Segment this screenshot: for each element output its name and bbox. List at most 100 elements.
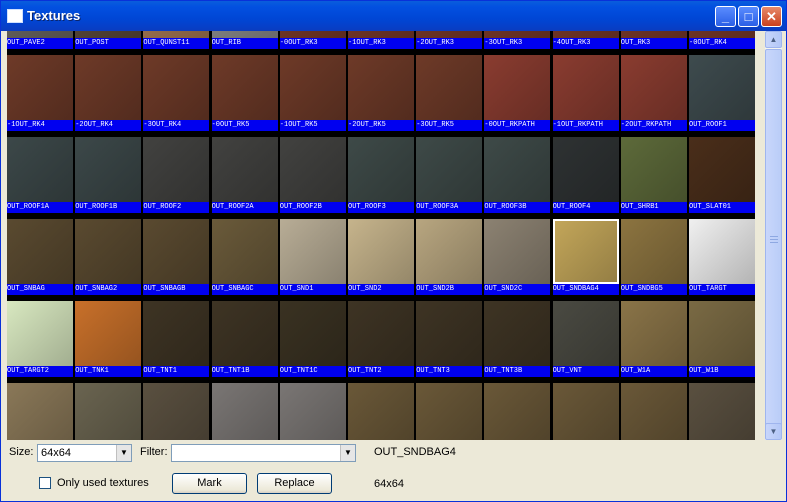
texture-tile[interactable]: OUT_ROOF2	[143, 137, 210, 213]
texture-tile[interactable]: OUT_W1A	[620, 301, 687, 377]
texture-preview	[620, 301, 687, 366]
size-value: 64x64	[41, 447, 71, 459]
texture-tile[interactable]: -1OUT_RK4	[7, 55, 73, 131]
mark-button[interactable]: Mark	[172, 473, 247, 494]
texture-tile[interactable]: OUT_VNT	[552, 301, 619, 377]
texture-tile[interactable]: OUT_TNT1C	[279, 301, 346, 377]
texture-tile[interactable]: OUT_TNT3B	[484, 301, 551, 377]
texture-tile[interactable]: -2OUT_RK5	[348, 55, 414, 131]
maximize-button[interactable]: □	[738, 6, 759, 27]
texture-tile[interactable]: -2OUT_RK4	[75, 55, 142, 131]
texture-tile[interactable]: OUT_PAVE2	[7, 31, 73, 49]
controls-panel: Size: 64x64 ▼ Filter: ▼ OUT_SNDBAG4 Only…	[1, 440, 786, 502]
texture-tile[interactable]: OUT_TNT3	[416, 301, 483, 377]
texture-tile[interactable]: OUT_ROOF3	[348, 137, 414, 213]
close-button[interactable]: ✕	[761, 6, 782, 27]
texture-tile[interactable]: OUT_SNDBAG4	[552, 219, 619, 295]
texture-tile[interactable]: OUT_ROOF1	[689, 55, 755, 131]
texture-tile[interactable]: OUT_SNBAGB	[143, 219, 210, 295]
filter-combo[interactable]: ▼	[171, 444, 356, 462]
texture-tile[interactable]	[7, 383, 73, 440]
texture-tile[interactable]: -0OUT_RK5	[211, 55, 278, 131]
texture-tile[interactable]: -1OUT_RK3	[348, 31, 414, 49]
minimize-button[interactable]: _	[715, 6, 736, 27]
only-used-label: Only used textures	[57, 477, 149, 489]
scroll-up-button[interactable]: ▲	[765, 31, 782, 48]
texture-label: OUT_ROOF3A	[416, 202, 483, 213]
texture-tile[interactable]: OUT_TARGT	[689, 219, 755, 295]
only-used-checkbox[interactable]	[39, 477, 51, 489]
texture-tile[interactable]: OUT_TNK1	[75, 301, 142, 377]
texture-tile[interactable]: OUT_SND1	[279, 219, 346, 295]
texture-tile[interactable]: -0OUT_RKPATH	[484, 55, 551, 131]
texture-tile[interactable]: -2OUT_RK3	[416, 31, 483, 49]
texture-tile[interactable]	[211, 383, 278, 440]
scroll-down-button[interactable]: ▼	[765, 423, 782, 440]
texture-preview	[143, 383, 210, 440]
texture-tile[interactable]: -3OUT_RK5	[416, 55, 483, 131]
texture-tile[interactable]: OUT_TNT1B	[211, 301, 278, 377]
texture-tile[interactable]	[75, 383, 142, 440]
texture-tile[interactable]: -1OUT_RKPATH	[552, 55, 619, 131]
texture-tile[interactable]	[484, 383, 551, 440]
texture-tile[interactable]: -0OUT_RK3	[279, 31, 346, 49]
texture-tile[interactable]: OUT_ROOF1A	[7, 137, 73, 213]
texture-tile[interactable]: -0OUT_RK4	[689, 31, 755, 49]
texture-label: -3OUT_RK5	[416, 120, 483, 131]
texture-tile[interactable]: OUT_TARGT2	[7, 301, 73, 377]
replace-button[interactable]: Replace	[257, 473, 332, 494]
texture-preview	[143, 137, 210, 202]
chevron-down-icon[interactable]: ▼	[116, 445, 131, 461]
texture-preview	[416, 301, 483, 366]
texture-label: OUT_ROOF3	[348, 202, 414, 213]
chevron-down-icon[interactable]: ▼	[340, 445, 355, 461]
texture-tile[interactable]: OUT_RK3	[620, 31, 687, 49]
texture-tile[interactable]: OUT_ROOF1B	[75, 137, 142, 213]
texture-tile[interactable]	[348, 383, 414, 440]
texture-tile[interactable]: OUT_ROOF2B	[279, 137, 346, 213]
texture-label: OUT_SLAT01	[689, 202, 755, 213]
vertical-scrollbar[interactable]: ▲ ▼	[765, 31, 782, 440]
texture-tile[interactable]: -1OUT_RK5	[279, 55, 346, 131]
texture-tile[interactable]: OUT_SNBAG	[7, 219, 73, 295]
texture-preview	[416, 31, 483, 38]
texture-tile[interactable]: OUT_ROOF3A	[416, 137, 483, 213]
texture-tile[interactable]: -3OUT_RK3	[484, 31, 551, 49]
texture-label: OUT_SHRB1	[620, 202, 687, 213]
texture-tile[interactable]	[416, 383, 483, 440]
texture-tile[interactable]: OUT_SHRB1	[620, 137, 687, 213]
texture-tile[interactable]: OUT_ROOF2A	[211, 137, 278, 213]
texture-tile[interactable]: OUT_SNBAG2	[75, 219, 142, 295]
texture-tile[interactable]	[552, 383, 619, 440]
scroll-thumb[interactable]	[765, 49, 782, 429]
texture-tile[interactable]: OUT_W1B	[689, 301, 755, 377]
texture-preview	[279, 55, 346, 120]
texture-label: -3OUT_RK4	[143, 120, 210, 131]
size-combo[interactable]: 64x64 ▼	[37, 444, 132, 462]
texture-tile[interactable]: OUT_RIB	[211, 31, 278, 49]
texture-tile[interactable]: OUT_QUNST11	[143, 31, 210, 49]
texture-tile[interactable]: OUT_ROOF3B	[484, 137, 551, 213]
texture-tile[interactable]: OUT_ROOF4	[552, 137, 619, 213]
texture-tile[interactable]: OUT_SNBAGC	[211, 219, 278, 295]
texture-preview	[484, 55, 551, 120]
texture-tile[interactable]: OUT_POST	[75, 31, 142, 49]
texture-tile[interactable]	[279, 383, 346, 440]
title-bar[interactable]: Textures _ □ ✕	[1, 1, 786, 31]
texture-tile[interactable]: OUT_SNDBG5	[620, 219, 687, 295]
texture-tile[interactable]	[143, 383, 210, 440]
texture-tile[interactable]: OUT_SND2B	[416, 219, 483, 295]
texture-grid[interactable]: OUT_PAVE2 OUT_POST OUT_QUNST11 OUT_RIB -0OUT…	[7, 31, 755, 440]
texture-tile[interactable]: OUT_SND2	[348, 219, 414, 295]
texture-tile[interactable]: OUT_SLAT01	[689, 137, 755, 213]
texture-tile[interactable]: OUT_SND2C	[484, 219, 551, 295]
texture-tile[interactable]: -2OUT_RKPATH	[620, 55, 687, 131]
texture-tile[interactable]: OUT_TNT1	[143, 301, 210, 377]
texture-tile[interactable]: -3OUT_RK4	[143, 55, 210, 131]
texture-preview	[689, 219, 755, 284]
texture-tile[interactable]: -4OUT_RK3	[552, 31, 619, 49]
texture-tile[interactable]: OUT_TNT2	[348, 301, 414, 377]
texture-tile[interactable]	[689, 383, 755, 440]
texture-tile[interactable]	[620, 383, 687, 440]
texture-label: -0OUT_RK5	[211, 120, 278, 131]
